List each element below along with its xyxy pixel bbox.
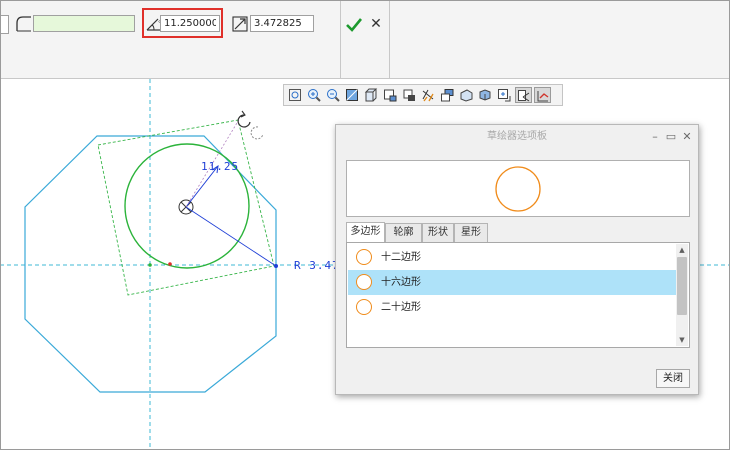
truncated-field[interactable] bbox=[0, 15, 9, 34]
radius-dimension-line bbox=[185, 206, 277, 267]
tab-star[interactable]: 星形 bbox=[454, 223, 488, 242]
spin-center-icon[interactable] bbox=[458, 87, 475, 103]
list-item-icosagon[interactable]: 二十边形 bbox=[348, 295, 677, 320]
dashboard: ° ✕ bbox=[0, 0, 730, 79]
list-item-label: 十六边形 bbox=[381, 277, 421, 288]
saved-views-icon[interactable] bbox=[382, 87, 399, 103]
sketcher-palette-dialog: 草绘器选项板 – ▭ ✕ 多边形 轮廓 形状 星形 十二边形 十六边形 二十边形… bbox=[335, 124, 699, 395]
length-field[interactable] bbox=[33, 15, 135, 32]
tab-shapes[interactable]: 形状 bbox=[422, 223, 454, 242]
zoom-in-icon[interactable] bbox=[306, 87, 323, 103]
list-item-hexadecagon[interactable]: 十六边形 bbox=[348, 270, 677, 295]
datum-display-icon[interactable] bbox=[420, 87, 437, 103]
rotate-handle-icon bbox=[237, 114, 251, 128]
shape-preview bbox=[346, 160, 690, 217]
sketcher-display-icon[interactable] bbox=[515, 87, 532, 103]
list-item-dodecagon[interactable]: 十二边形 bbox=[348, 245, 677, 270]
sketch-view-icon[interactable] bbox=[496, 87, 513, 103]
close-icon[interactable]: ✕ bbox=[369, 16, 383, 32]
view-manager-icon[interactable] bbox=[477, 87, 494, 103]
shape-list: 十二边形 十六边形 二十边形 ▲ ▼ bbox=[346, 242, 690, 348]
circle-shape-icon bbox=[495, 166, 541, 212]
list-scrollbar[interactable]: ▲ ▼ bbox=[676, 244, 688, 346]
separator bbox=[340, 0, 341, 78]
display-style-icon[interactable] bbox=[363, 87, 380, 103]
radius-dimension-label[interactable]: R 3.47 bbox=[294, 259, 340, 272]
list-item-label: 二十边形 bbox=[381, 302, 421, 313]
scroll-up-icon[interactable]: ▲ bbox=[676, 244, 688, 256]
angle-dimension-label[interactable]: 11.25 bbox=[201, 160, 239, 173]
tab-profile[interactable]: 轮廓 bbox=[385, 223, 422, 242]
separator bbox=[389, 0, 390, 78]
angle-highlight bbox=[142, 8, 223, 38]
refit-icon[interactable] bbox=[287, 87, 304, 103]
close-button[interactable]: 关闭 bbox=[656, 369, 690, 388]
scroll-thumb[interactable] bbox=[677, 257, 687, 315]
scale-arrow-icon bbox=[231, 14, 251, 34]
graphics-toolbar bbox=[283, 84, 563, 106]
zoom-out-icon[interactable] bbox=[325, 87, 342, 103]
dialog-title: 草绘器选项板 bbox=[487, 131, 547, 142]
layers-icon[interactable] bbox=[401, 87, 418, 103]
constraint-display-icon[interactable] bbox=[534, 87, 551, 103]
list-item-label: 十二边形 bbox=[381, 252, 421, 263]
annotation-display-icon[interactable] bbox=[439, 87, 456, 103]
minimize-button[interactable]: – bbox=[649, 130, 661, 143]
circle-shape-icon bbox=[356, 299, 372, 315]
circle-shape-icon bbox=[356, 274, 372, 290]
scroll-down-icon[interactable]: ▼ bbox=[676, 334, 688, 346]
tab-polygon[interactable]: 多边形 bbox=[346, 222, 385, 243]
maximize-button[interactable]: ▭ bbox=[665, 130, 677, 143]
repaint-icon[interactable] bbox=[344, 87, 361, 103]
round-corner-icon bbox=[14, 14, 34, 34]
check-icon[interactable] bbox=[345, 16, 363, 34]
circle-shape-icon bbox=[356, 249, 372, 265]
radius-field[interactable] bbox=[250, 15, 314, 32]
close-window-button[interactable]: ✕ bbox=[681, 130, 693, 143]
